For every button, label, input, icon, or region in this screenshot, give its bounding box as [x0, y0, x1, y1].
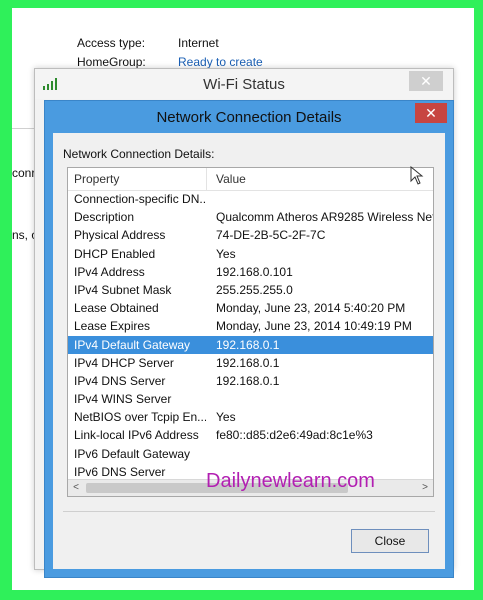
- list-item[interactable]: IPv4 Address 192.168.0.101: [68, 263, 433, 281]
- close-button[interactable]: Close: [351, 529, 429, 553]
- value-cell: Qualcomm Atheros AR9285 Wireless Netw: [216, 210, 434, 225]
- homegroup-label: HomeGroup:: [77, 55, 146, 69]
- list-item[interactable]: DHCP Enabled Yes: [68, 245, 433, 263]
- value-cell: Monday, June 23, 2014 5:40:20 PM: [216, 301, 406, 316]
- details-list[interactable]: Property Value Connection-specific DN...…: [67, 167, 434, 497]
- property-cell: Lease Expires: [74, 319, 151, 334]
- access-type-label: Access type:: [77, 36, 146, 50]
- list-item[interactable]: IPv4 Default Gateway 192.168.0.1: [68, 335, 433, 354]
- network-connection-details-dialog: Network Connection Details ✕ Network Con…: [44, 100, 454, 578]
- value-cell: 192.168.0.101: [216, 264, 293, 279]
- value-cell: 192.168.0.1: [216, 373, 280, 388]
- column-header-value[interactable]: Value: [216, 172, 246, 186]
- value-cell: Yes: [216, 246, 236, 261]
- wifi-close-button[interactable]: ✕: [409, 71, 443, 91]
- column-separator[interactable]: [206, 168, 207, 190]
- value-cell: fe80::d85:d2e6:49ad:8c1e%3: [216, 428, 373, 443]
- property-cell: Physical Address: [74, 228, 166, 243]
- dialog-title: Network Connection Details: [156, 109, 342, 126]
- details-section-label: Network Connection Details:: [63, 147, 215, 161]
- column-header-property[interactable]: Property: [74, 172, 119, 186]
- property-cell: IPv4 Address: [74, 264, 145, 279]
- property-cell: DHCP Enabled: [74, 246, 156, 261]
- property-cell: IPv4 Subnet Mask: [74, 282, 172, 297]
- property-cell: IPv4 DHCP Server: [74, 355, 174, 370]
- property-cell: IPv6 Default Gateway: [74, 446, 191, 461]
- value-cell: 74-DE-2B-5C-2F-7C: [216, 228, 326, 243]
- value-cell: Monday, June 23, 2014 10:49:19 PM: [216, 319, 412, 334]
- details-rows: Connection-specific DN... Description Qual…: [68, 190, 433, 481]
- list-item[interactable]: IPv6 Default Gateway: [68, 445, 433, 463]
- list-item[interactable]: Link-local IPv6 Address fe80::d85:d2e6:49…: [68, 426, 433, 444]
- list-item[interactable]: IPv4 DHCP Server 192.168.0.1: [68, 354, 433, 372]
- dialog-body: Network Connection Details: Property Val…: [53, 133, 445, 569]
- list-item[interactable]: IPv4 WINS Server: [68, 390, 433, 408]
- list-item[interactable]: Physical Address 74-DE-2B-5C-2F-7C: [68, 226, 433, 244]
- list-item[interactable]: Lease Obtained Monday, June 23, 2014 5:40…: [68, 299, 433, 317]
- list-item[interactable]: Connection-specific DN...: [68, 190, 433, 208]
- watermark-text: Dailynewlearn.com: [206, 470, 375, 492]
- value-cell: 192.168.0.1: [216, 355, 280, 370]
- list-item[interactable]: IPv4 Subnet Mask 255.255.255.0: [68, 281, 433, 299]
- value-cell: Yes: [216, 410, 236, 425]
- property-cell: Connection-specific DN...: [74, 192, 206, 206]
- property-cell: IPv4 WINS Server: [74, 392, 172, 407]
- panel-divider: [12, 128, 36, 129]
- list-item[interactable]: IPv4 DNS Server 192.168.0.1: [68, 372, 433, 390]
- mouse-cursor-icon: [410, 166, 424, 185]
- list-header: Property Value: [68, 168, 433, 191]
- list-item[interactable]: NetBIOS over Tcpip En... Yes: [68, 408, 433, 426]
- screen: Access type: Internet HomeGroup: Ready t…: [12, 8, 474, 590]
- wifi-status-titlebar[interactable]: Wi-Fi Status ✕: [35, 69, 453, 99]
- dialog-divider: [63, 511, 435, 512]
- property-cell: NetBIOS over Tcpip En...: [74, 410, 206, 425]
- clipped-text: conr: [12, 166, 36, 180]
- list-item[interactable]: Description Qualcomm Atheros AR9285 Wirel…: [68, 208, 433, 226]
- wifi-status-title: Wi-Fi Status: [203, 76, 285, 93]
- list-item[interactable]: Lease Expires Monday, June 23, 2014 10:49…: [68, 317, 433, 335]
- access-type-value: Internet: [178, 36, 219, 50]
- property-cell: Link-local IPv6 Address: [74, 428, 199, 443]
- homegroup-link[interactable]: Ready to create: [178, 55, 263, 69]
- dialog-close-x-button[interactable]: ✕: [415, 103, 447, 123]
- property-cell: IPv4 Default Gateway: [74, 337, 191, 352]
- scroll-left-icon[interactable]: <: [68, 480, 84, 496]
- value-cell: 192.168.0.1: [216, 337, 280, 352]
- property-cell: Description: [74, 210, 135, 225]
- scroll-right-icon[interactable]: >: [417, 480, 433, 496]
- property-cell: IPv4 DNS Server: [74, 373, 166, 388]
- property-cell: Lease Obtained: [74, 301, 159, 316]
- value-cell: 255.255.255.0: [216, 282, 293, 297]
